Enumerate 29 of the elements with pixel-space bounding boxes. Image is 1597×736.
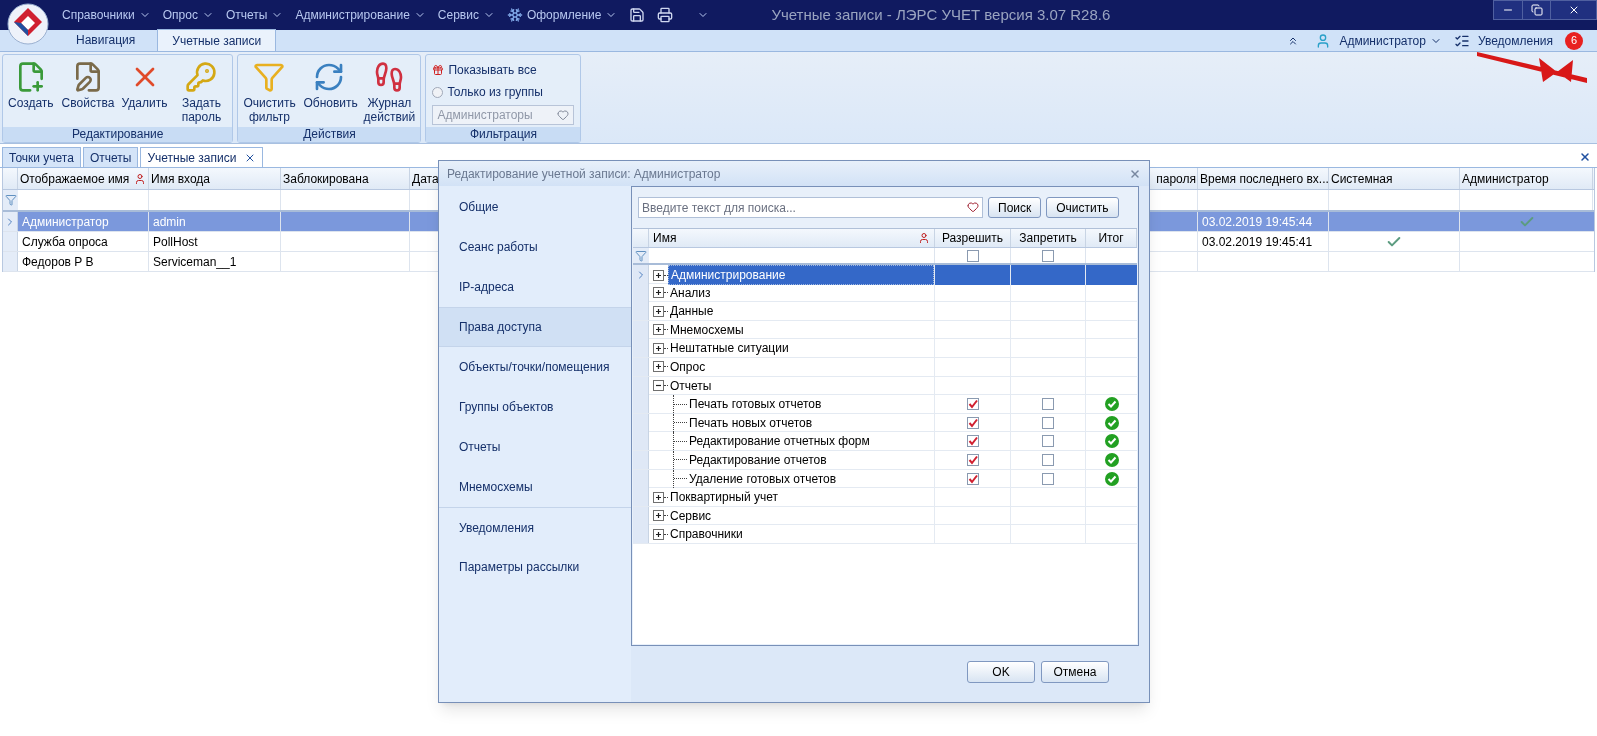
tree-label: Анализ — [669, 284, 712, 302]
table-cell: PollHost — [149, 232, 281, 251]
tree-label: Опрос — [669, 358, 707, 376]
window-title: Учетные записи - ЛЭРС УЧЕТ версия 3.07 R28.6 — [771, 4, 1111, 25]
tree-label: Данные — [669, 303, 715, 321]
tree-label: Редактирование отчетных форм — [688, 433, 870, 451]
table-cell: Федоров Р В — [18, 252, 149, 271]
dialog-title: Редактирование учетной записи: Администратор — [447, 165, 721, 183]
table-cell: admin — [149, 212, 281, 231]
tree-label: Печать новых отчетов — [688, 414, 813, 432]
tree-label: Администрирование — [668, 265, 934, 285]
tree-label: Отчеты — [669, 377, 713, 395]
tree-label: Поквартирный учет — [669, 489, 780, 507]
tree-label: Нештатные ситуации — [669, 340, 790, 358]
group-title: Редактирование — [3, 127, 233, 142]
tree-label: Мнемосхемы — [669, 321, 745, 339]
table-cell: Администратор — [18, 212, 149, 231]
tree-label: Печать готовых отчетов — [688, 396, 822, 414]
table-cell: Служба опроса — [18, 232, 149, 251]
table-cell: 03.02.2019 19:45:44 — [1198, 212, 1329, 231]
table-cell: 03.02.2019 19:45:41 — [1198, 232, 1329, 251]
tree-label: Справочники — [669, 526, 744, 544]
group-title: Действия — [238, 127, 421, 142]
tree-label: Сервис — [669, 507, 713, 525]
notification-count-badge: 6 — [1565, 31, 1583, 50]
group-title: Фильтрация — [426, 127, 581, 142]
tree-label: Удаление готовых отчетов — [688, 470, 837, 488]
table-cell: Serviceman__1 — [149, 252, 281, 271]
tree-label: Редактирование отчетов — [688, 451, 827, 469]
